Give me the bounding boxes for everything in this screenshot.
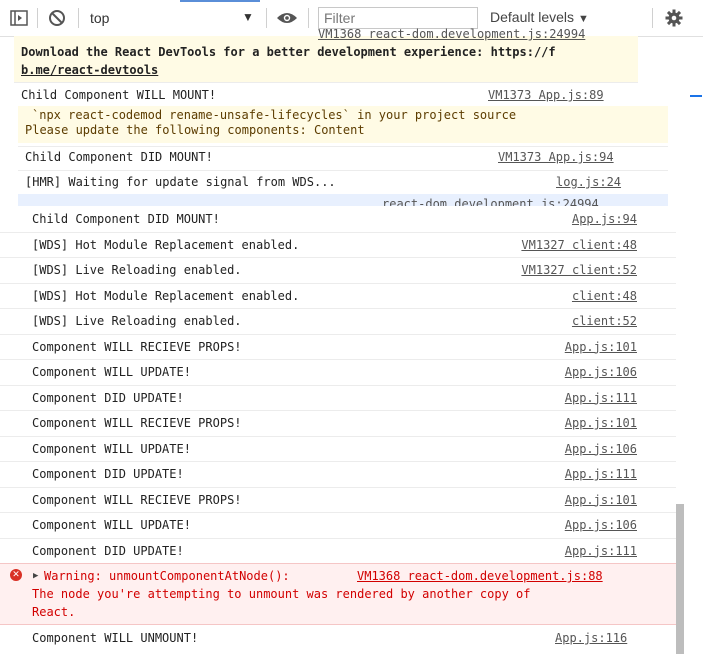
cut-source-link[interactable]: VM1368 react-dom.development.js:24994 — [318, 27, 585, 41]
cursor-mark — [690, 95, 702, 97]
console-settings-button[interactable] — [662, 8, 686, 28]
error-source-link[interactable]: VM1368 react-dom.development.js:88 — [357, 569, 603, 583]
log-message: Component WILL UPDATE! — [32, 441, 191, 456]
source-link[interactable]: App.js:106 — [565, 442, 637, 456]
log-row: Component WILL RECIEVE PROPS! App.js:101 — [0, 493, 676, 519]
log-row: [WDS] Hot Module Replacement enabled. VM1… — [0, 238, 676, 264]
log-message: Child Component WILL MOUNT! — [21, 88, 217, 102]
source-link[interactable]: client:48 — [572, 289, 637, 303]
source-link[interactable]: App.js:106 — [565, 365, 637, 379]
error-line-1: Warning: unmountComponentAtNode(): — [44, 569, 290, 583]
error-icon: ✕ — [10, 569, 22, 581]
source-link[interactable]: App.js:101 — [565, 340, 637, 354]
sidebar-toggle-icon — [10, 10, 28, 26]
source-link[interactable]: log.js:24 — [556, 175, 621, 189]
source-link[interactable]: VM1373 App.js:94 — [498, 150, 614, 164]
log-row: Component DID UPDATE! App.js:111 — [0, 391, 676, 417]
context-selector[interactable]: top ▼ — [90, 8, 260, 28]
clear-console-button[interactable] — [46, 8, 68, 28]
source-link[interactable]: App.js:94 — [572, 212, 637, 226]
log-message: Component WILL UPDATE! — [32, 365, 191, 379]
log-message: Component WILL RECIEVE PROPS! — [32, 339, 242, 354]
log-row: [WDS] Live Reloading enabled. VM1327 clie… — [0, 263, 676, 289]
source-link[interactable]: VM1327 client:52 — [521, 263, 637, 277]
log-message: Component DID UPDATE! — [32, 543, 184, 558]
log-row: Child Component DID MOUNT! App.js:94 — [0, 212, 676, 238]
context-label: top — [90, 10, 110, 26]
devtools-line-1: Download the React DevTools for a better… — [21, 45, 556, 59]
log-message: [WDS] Hot Module Replacement enabled. — [32, 288, 300, 303]
middle-panel: `npx react-codemod rename-unsafe-lifecyc… — [18, 106, 668, 211]
log-message: Child Component DID MOUNT! — [25, 150, 213, 164]
chevron-down-icon: ▼ — [242, 10, 254, 24]
log-message: Component WILL RECIEVE PROPS! — [32, 416, 242, 430]
log-row: Component WILL RECIEVE PROPS! App.js:101 — [0, 416, 676, 442]
devtools-line-2[interactable]: b.me/react-devtools — [21, 63, 158, 77]
levels-label: Default levels — [490, 9, 575, 25]
log-message: [WDS] Live Reloading enabled. — [32, 263, 242, 277]
log-row: Component DID UPDATE! App.js:111 — [0, 467, 676, 493]
log-row: [WDS] Live Reloading enabled. client:52 — [0, 314, 676, 340]
source-link[interactable]: App.js:111 — [565, 391, 637, 405]
source-link[interactable]: App.js:101 — [565, 416, 637, 430]
log-message: Component DID UPDATE! — [32, 467, 184, 481]
eye-icon — [277, 13, 297, 23]
log-row: Component WILL UPDATE! App.js:106 — [0, 365, 676, 391]
log-row: Component WILL UPDATE! App.js:106 — [0, 518, 676, 544]
log-message: Component WILL UNMOUNT! — [32, 631, 199, 645]
filter-input[interactable] — [318, 7, 478, 29]
source-link[interactable]: VM1327 client:48 — [521, 238, 637, 252]
front-panel: VM1368 react-dom.development.js:24994 Do… — [14, 27, 638, 106]
log-message: Component DID UPDATE! — [32, 390, 184, 405]
scrollbar-thumb[interactable] — [676, 504, 684, 654]
error-line-2: The node you're attempting to unmount wa… — [32, 587, 531, 601]
source-link[interactable]: App.js:111 — [565, 544, 637, 558]
source-link[interactable]: App.js:111 — [565, 467, 637, 481]
error-line-3: React. — [32, 605, 76, 619]
log-row: Component WILL RECIEVE PROPS! App.js:101 — [0, 340, 676, 366]
warning-line-1: `npx react-codemod rename-unsafe-lifecyc… — [32, 108, 517, 122]
source-link[interactable]: VM1373 App.js:89 — [488, 88, 604, 102]
log-levels-dropdown[interactable]: Default levels ▼ — [490, 9, 589, 25]
log-message: Child Component DID MOUNT! — [32, 212, 220, 226]
log-message: [WDS] Hot Module Replacement enabled. — [32, 237, 300, 252]
log-row: Component WILL UPDATE! App.js:106 — [0, 442, 676, 468]
log-message: [HMR] Waiting for update signal from WDS… — [25, 175, 336, 189]
source-link[interactable]: client:52 — [572, 314, 637, 328]
source-link[interactable]: App.js:101 — [565, 493, 637, 507]
expand-arrow-icon[interactable]: ▶ — [33, 571, 38, 581]
log-message: Component WILL UPDATE! — [32, 518, 191, 532]
caret-down-icon: ▼ — [578, 13, 589, 25]
warning-line-2: Please update the following components: … — [25, 123, 365, 137]
gear-icon — [665, 9, 683, 27]
source-link[interactable]: App.js:106 — [565, 518, 637, 532]
block-icon — [49, 10, 65, 26]
log-message: Component WILL RECIEVE PROPS! — [32, 492, 242, 507]
live-expression-button[interactable] — [275, 8, 299, 28]
active-tab-indicator — [180, 0, 260, 2]
log-row: [WDS] Hot Module Replacement enabled. cli… — [0, 289, 676, 315]
log-message: [WDS] Live Reloading enabled. — [32, 314, 242, 328]
show-sidebar-button[interactable] — [8, 8, 30, 28]
source-link[interactable]: App.js:116 — [555, 631, 627, 645]
